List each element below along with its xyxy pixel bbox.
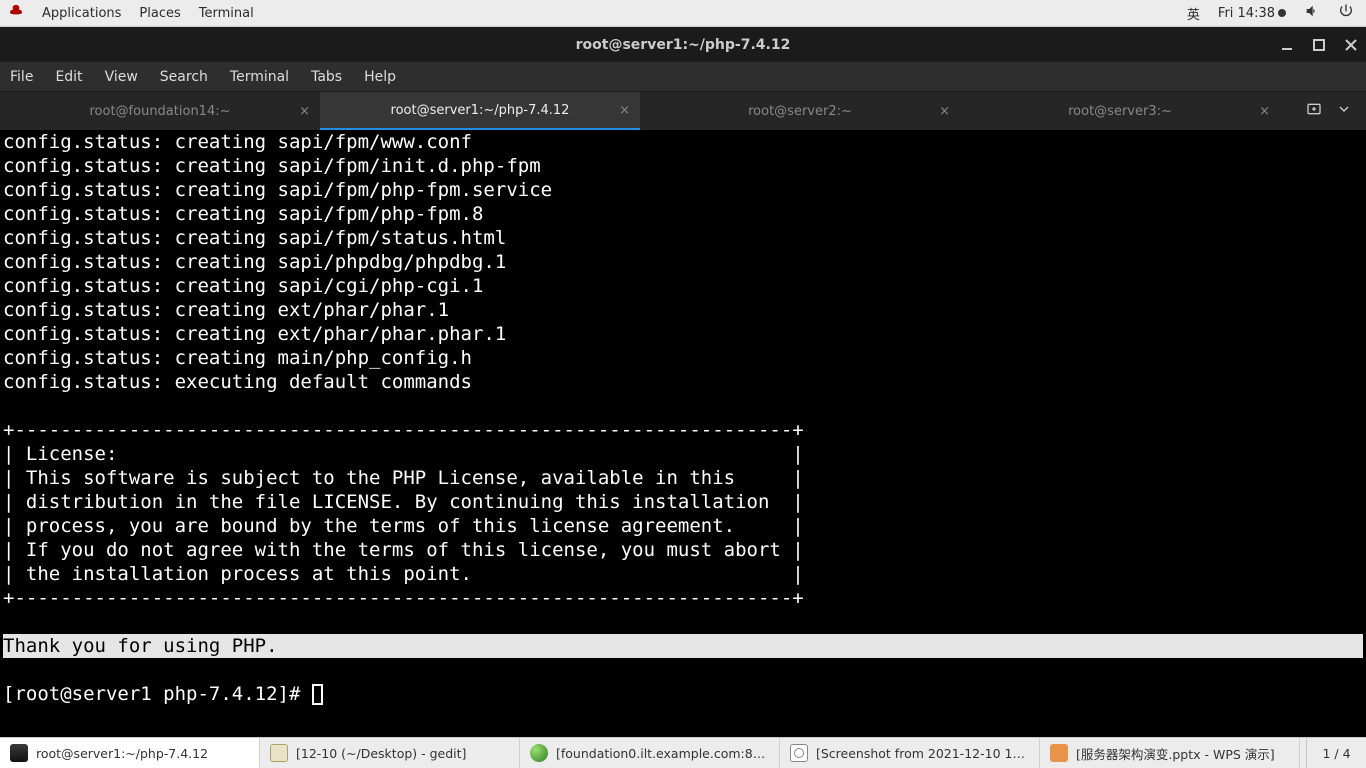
tab-menu-icon[interactable] — [1336, 101, 1352, 121]
term-prompt: [root@server1 php-7.4.12]# — [3, 683, 312, 705]
terminal-output[interactable]: config.status: creating sapi/fpm/www.con… — [0, 130, 1366, 737]
task-wps[interactable]: [服务器架构演变.pptx - WPS 演示] — [1040, 738, 1300, 768]
task-terminal[interactable]: root@server1:~/php-7.4.12 — [0, 738, 260, 768]
tab-label: root@server2:~ — [748, 104, 852, 119]
menu-applications[interactable]: Applications — [42, 6, 121, 21]
activities-hat-icon[interactable] — [8, 3, 24, 23]
menu-terminal[interactable]: Terminal — [199, 6, 254, 21]
terminal-menubar: File Edit View Search Terminal Tabs Help — [0, 62, 1366, 92]
maximize-button[interactable] — [1310, 36, 1328, 54]
tab-close-icon[interactable]: × — [619, 103, 630, 118]
term-line: config.status: creating sapi/cgi/php-cgi… — [3, 275, 483, 297]
tab-label: root@foundation14:~ — [89, 104, 230, 119]
volume-icon[interactable] — [1304, 3, 1320, 23]
image-viewer-icon — [790, 744, 808, 762]
window-titlebar[interactable]: root@server1:~/php-7.4.12 — [0, 27, 1366, 62]
term-line: | This software is subject to the PHP Li… — [3, 467, 804, 489]
wps-app-icon — [1050, 744, 1068, 762]
term-line: config.status: creating sapi/fpm/php-fpm… — [3, 203, 483, 225]
new-tab-icon[interactable] — [1306, 101, 1322, 121]
cursor — [312, 684, 323, 705]
minimize-button[interactable] — [1278, 36, 1296, 54]
task-label: [12-10 (~/Desktop) - gedit] — [296, 746, 466, 761]
term-line: | If you do not agree with the terms of … — [3, 539, 804, 561]
menu-view[interactable]: View — [105, 69, 138, 85]
tab-close-icon[interactable]: × — [939, 104, 950, 119]
menu-help[interactable]: Help — [364, 69, 396, 85]
terminal-app-icon — [10, 744, 28, 762]
menu-terminal2[interactable]: Terminal — [230, 69, 289, 85]
tab-foundation14[interactable]: root@foundation14:~ × — [0, 92, 320, 130]
workspace-indicator[interactable]: 1 / 4 — [1306, 738, 1366, 768]
term-line: config.status: creating sapi/fpm/www.con… — [3, 131, 472, 153]
tab-close-icon[interactable]: × — [1259, 104, 1270, 119]
menu-search[interactable]: Search — [160, 69, 208, 85]
tab-label: root@server1:~/php-7.4.12 — [391, 103, 570, 118]
term-line: config.status: creating sapi/phpdbg/phpd… — [3, 251, 506, 273]
remote-app-icon — [530, 744, 548, 762]
term-line: +---------------------------------------… — [3, 419, 804, 441]
task-label: [Screenshot from 2021-12-10 14-… — [816, 746, 1029, 761]
task-screenshot[interactable]: [Screenshot from 2021-12-10 14-… — [780, 738, 1040, 768]
ime-indicator[interactable]: 英 — [1187, 4, 1200, 23]
menu-file[interactable]: File — [10, 69, 33, 85]
term-line: config.status: executing default command… — [3, 371, 472, 393]
tab-server3[interactable]: root@server3:~ × — [960, 92, 1280, 130]
task-kio[interactable]: [foundation0.ilt.example.com:8 (kio… — [520, 738, 780, 768]
term-line: config.status: creating sapi/fpm/status.… — [3, 227, 506, 249]
tab-close-icon[interactable]: × — [299, 104, 310, 119]
term-highlight: Thank you for using PHP. — [3, 634, 1363, 658]
tab-label: root@server3:~ — [1068, 104, 1172, 119]
task-label: root@server1:~/php-7.4.12 — [36, 746, 208, 761]
tab-server2[interactable]: root@server2:~ × — [640, 92, 960, 130]
term-line: config.status: creating sapi/fpm/php-fpm… — [3, 179, 552, 201]
menu-edit[interactable]: Edit — [55, 69, 82, 85]
task-label: [服务器架构演变.pptx - WPS 演示] — [1076, 744, 1275, 763]
task-label: [foundation0.ilt.example.com:8 (kio… — [556, 746, 769, 761]
gnome-topbar: Applications Places Terminal 英 Fri 14:38 — [0, 0, 1366, 27]
menu-places[interactable]: Places — [139, 6, 180, 21]
clock[interactable]: Fri 14:38 — [1218, 6, 1286, 21]
gedit-app-icon — [270, 744, 288, 762]
terminal-tabbar: root@foundation14:~ × root@server1:~/php… — [0, 92, 1366, 130]
terminal-window: root@server1:~/php-7.4.12 File Edit View… — [0, 27, 1366, 737]
menu-tabs[interactable]: Tabs — [311, 69, 342, 85]
term-line: config.status: creating sapi/fpm/init.d.… — [3, 155, 541, 177]
term-line: config.status: creating main/php_config.… — [3, 347, 472, 369]
power-icon[interactable] — [1338, 3, 1354, 23]
bottom-taskbar: root@server1:~/php-7.4.12 [12-10 (~/Desk… — [0, 737, 1366, 768]
task-gedit[interactable]: [12-10 (~/Desktop) - gedit] — [260, 738, 520, 768]
term-line: config.status: creating ext/phar/phar.1 — [3, 299, 449, 321]
term-line: config.status: creating ext/phar/phar.ph… — [3, 323, 506, 345]
term-line: | License: | — [3, 443, 804, 465]
term-line: | distribution in the file LICENSE. By c… — [3, 491, 804, 513]
tab-server1[interactable]: root@server1:~/php-7.4.12 × — [320, 92, 640, 130]
window-title: root@server1:~/php-7.4.12 — [576, 37, 791, 53]
term-line: +---------------------------------------… — [3, 587, 804, 609]
term-line: | process, you are bound by the terms of… — [3, 515, 804, 537]
close-button[interactable] — [1342, 36, 1360, 54]
term-line: | the installation process at this point… — [3, 563, 804, 585]
